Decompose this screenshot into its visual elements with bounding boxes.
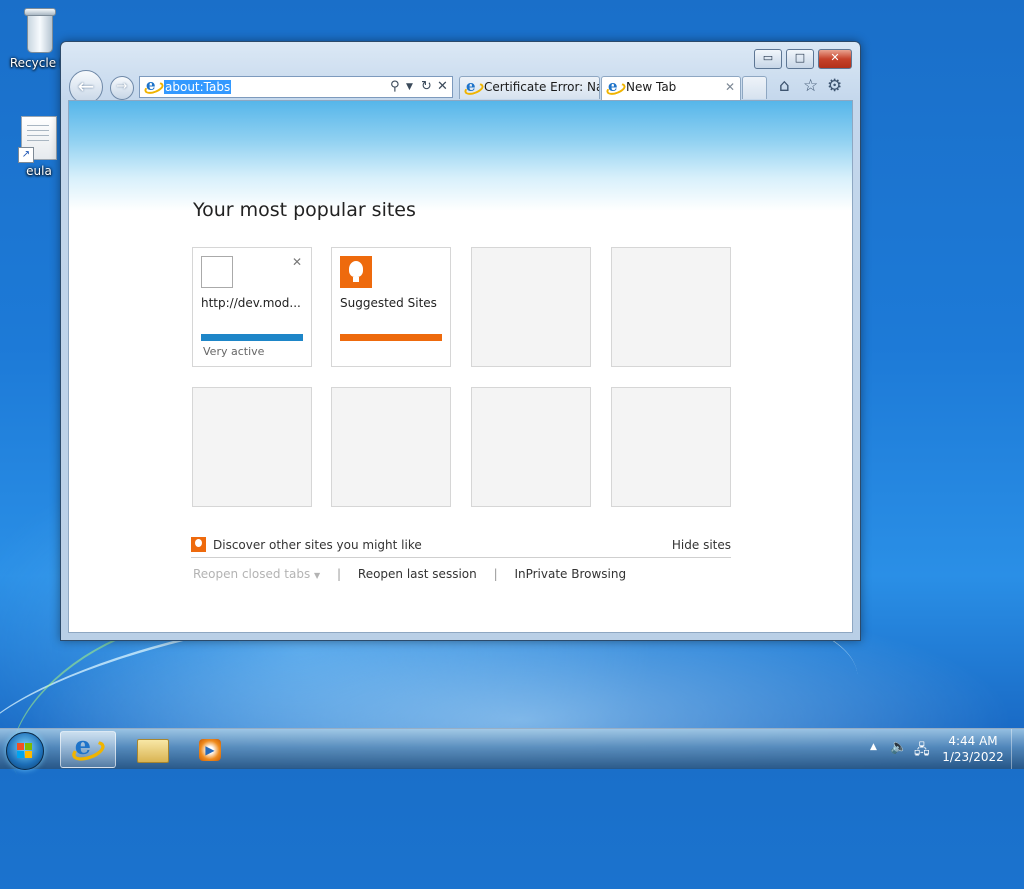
divider: | (493, 567, 498, 581)
discover-sites-row: Discover other sites you might like Hide… (191, 537, 731, 558)
address-bar[interactable]: about:Tabs ⚲ ▼ ↻ ✕ (139, 76, 453, 98)
discover-sites-link[interactable]: Discover other sites you might like (213, 538, 422, 552)
tab-label: New Tab (626, 80, 677, 94)
dropdown-arrow-icon[interactable]: ▼ (406, 82, 413, 92)
taskbar-media-player-button[interactable]: ▶ (184, 731, 240, 768)
tile-status: Very active (203, 345, 265, 358)
forward-arrow-icon: → (116, 79, 128, 94)
system-clock[interactable]: 4:44 AM 1/23/2022 (942, 733, 1004, 765)
back-arrow-icon: ← (77, 74, 95, 98)
taskbar-ie-button[interactable] (60, 730, 116, 768)
close-tab-icon[interactable]: ✕ (725, 80, 735, 94)
minimize-button[interactable]: ▭ (754, 49, 782, 69)
empty-tile (331, 387, 451, 507)
ie-page-icon (145, 76, 159, 94)
volume-muted-icon[interactable]: 🔈 (890, 739, 907, 755)
header-gradient (69, 101, 852, 211)
tile-label: http://dev.mod... (201, 296, 301, 310)
empty-tile (611, 247, 731, 367)
refresh-icon[interactable]: ↻ (421, 79, 432, 94)
forward-button[interactable]: → (110, 76, 134, 100)
clock-time: 4:44 AM (948, 734, 998, 748)
empty-tile (192, 387, 312, 507)
activity-bar (340, 334, 442, 341)
recycle-bin-icon (22, 8, 56, 53)
tab-new-tab[interactable]: New Tab ✕ (601, 76, 741, 100)
tile-label: Suggested Sites (340, 296, 437, 310)
site-tile[interactable]: ✕ http://dev.mod... Very active (192, 247, 312, 367)
stop-icon[interactable]: ✕ (437, 79, 448, 94)
activity-bar (201, 334, 303, 341)
remove-tile-icon[interactable]: ✕ (292, 255, 302, 269)
page-title: Your most popular sites (193, 199, 416, 221)
folder-icon (137, 739, 169, 763)
lightbulb-icon (191, 537, 206, 552)
inprivate-browsing-link[interactable]: InPrivate Browsing (514, 567, 626, 581)
empty-tile (471, 247, 591, 367)
site-tile-suggested[interactable]: Suggested Sites (331, 247, 451, 367)
home-icon[interactable]: ⌂ (779, 76, 790, 96)
text-document-icon: ↗ (18, 116, 57, 163)
windows-logo-icon (17, 743, 33, 759)
empty-tile (471, 387, 591, 507)
back-button[interactable]: ← (69, 70, 103, 104)
close-window-button[interactable]: ✕ (818, 49, 852, 69)
show-desktop-button[interactable] (1011, 729, 1024, 769)
internet-explorer-icon (73, 730, 97, 761)
show-hidden-icons-arrow[interactable]: ▲ (870, 742, 877, 752)
clock-date: 1/23/2022 (942, 750, 1004, 764)
ie-page-icon (607, 77, 621, 95)
ie-page-icon (465, 77, 479, 95)
shortcut-arrow-icon: ↗ (18, 147, 34, 163)
lightbulb-icon (340, 256, 372, 288)
divider: | (337, 567, 342, 581)
new-tab-page: Your most popular sites ✕ http://dev.mod… (68, 100, 853, 633)
taskbar: ▶ ▲ 🔈 🖧 4:44 AM 1/23/2022 (0, 728, 1024, 770)
reopen-last-session-link[interactable]: Reopen last session (358, 567, 477, 581)
new-tab-button[interactable] (742, 76, 767, 99)
search-icon[interactable]: ⚲ (390, 79, 400, 94)
tools-gear-icon[interactable]: ⚙ (827, 76, 842, 96)
favorites-star-icon[interactable]: ☆ (803, 76, 818, 96)
tab-label: Certificate Error: Na... (484, 80, 599, 94)
site-favicon (201, 256, 233, 288)
ie-browser-window: ▭ □ ✕ ← → about:Tabs ⚲ ▼ ↻ ✕ Certificate… (60, 41, 861, 641)
chevron-down-icon: ▼ (314, 571, 321, 580)
taskbar-explorer-button[interactable] (124, 731, 180, 768)
empty-tile (611, 387, 731, 507)
address-input[interactable]: about:Tabs (164, 80, 232, 94)
tab-certificate-error[interactable]: Certificate Error: Na... (459, 76, 600, 99)
tab-actions: Reopen closed tabs ▼ | Reopen last sessi… (193, 567, 626, 581)
hide-sites-link[interactable]: Hide sites (672, 538, 731, 552)
media-player-icon: ▶ (199, 739, 221, 761)
maximize-button[interactable]: □ (786, 49, 814, 69)
network-icon[interactable]: 🖧 (914, 739, 930, 763)
start-button[interactable] (6, 732, 44, 770)
reopen-closed-tabs-link[interactable]: Reopen closed tabs ▼ (193, 567, 320, 581)
